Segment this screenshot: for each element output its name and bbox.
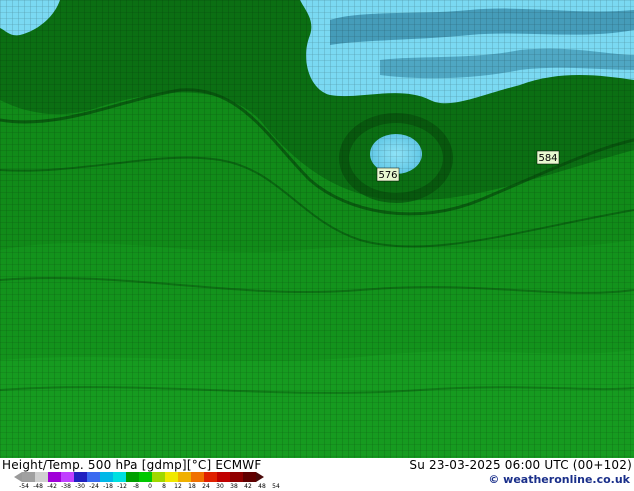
- color-scale: [14, 472, 264, 482]
- scale-swatch: [204, 472, 217, 482]
- scale-tick-label: -54: [19, 483, 29, 490]
- scale-swatch: [165, 472, 178, 482]
- scale-swatch: [74, 472, 87, 482]
- scale-swatch: [139, 472, 152, 482]
- scale-swatch: [243, 472, 256, 482]
- scale-swatch: [178, 472, 191, 482]
- scale-swatch: [217, 472, 230, 482]
- scale-arrow-right: [256, 472, 264, 482]
- scale-tick-label: -24: [89, 483, 99, 490]
- map-datetime: Su 23-03-2025 06:00 UTC (00+102): [409, 458, 632, 472]
- scale-swatch: [100, 472, 113, 482]
- scale-tick-label: -12: [117, 483, 127, 490]
- contour-label-text: 584: [538, 153, 557, 164]
- scale-tick-label: -8: [133, 483, 139, 490]
- map-footer: Height/Temp. 500 hPa [gdmp][°C] ECMWF Su…: [0, 458, 634, 490]
- scale-tick-label: 0: [148, 483, 152, 490]
- scale-tick-label: -42: [47, 483, 57, 490]
- scale-tick-label: 42: [244, 483, 252, 490]
- scale-swatch: [126, 472, 139, 482]
- scale-tick-label: 18: [188, 483, 196, 490]
- scale-swatch: [35, 472, 48, 482]
- contour-label-576: 576: [376, 167, 400, 182]
- scale-swatch: [61, 472, 74, 482]
- scale-swatch: [87, 472, 100, 482]
- scale-tick-label: 24: [202, 483, 210, 490]
- weather-map: 576 584: [0, 0, 634, 458]
- scale-tick-label: 8: [162, 483, 166, 490]
- grid-overlay: [0, 0, 634, 458]
- scale-swatch: [152, 472, 165, 482]
- scale-tick-label: -30: [75, 483, 85, 490]
- scale-swatch: [48, 472, 61, 482]
- scale-tick-label: 54: [272, 483, 280, 490]
- scale-swatch: [113, 472, 126, 482]
- contour-label-584: 584: [536, 150, 560, 165]
- contour-label-text: 576: [378, 170, 397, 181]
- map-title: Height/Temp. 500 hPa [gdmp][°C] ECMWF: [2, 458, 262, 472]
- scale-tick-label: -38: [61, 483, 71, 490]
- credit-link[interactable]: © weatheronline.co.uk: [488, 473, 630, 486]
- scale-tick-label: 38: [230, 483, 238, 490]
- scale-tick-label: -18: [103, 483, 113, 490]
- scale-swatch: [22, 472, 35, 482]
- scale-swatch: [191, 472, 204, 482]
- scale-tick-label: 30: [216, 483, 224, 490]
- scale-arrow-left: [14, 472, 22, 482]
- scale-tick-label: -48: [33, 483, 43, 490]
- scale-tick-label: 12: [174, 483, 182, 490]
- scale-swatch: [230, 472, 243, 482]
- scale-tick-label: 48: [258, 483, 266, 490]
